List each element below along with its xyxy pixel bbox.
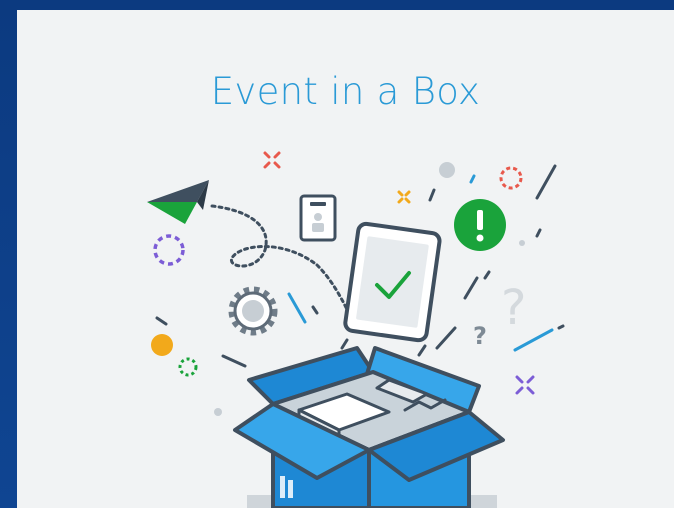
badge-icon [299, 194, 337, 242]
open-box-icon [233, 346, 505, 508]
event-card: Event in a Box ? ? [17, 10, 674, 508]
tablet-icon [343, 221, 442, 343]
event-box-illustration: ? ? [147, 151, 565, 508]
svg-text:?: ? [501, 280, 526, 336]
gear-icon [228, 286, 278, 336]
paper-plane-icon [147, 180, 319, 268]
svg-text:?: ? [473, 322, 487, 350]
question-mark-icon: ? ? [473, 280, 526, 350]
exclamation-icon [454, 199, 506, 251]
